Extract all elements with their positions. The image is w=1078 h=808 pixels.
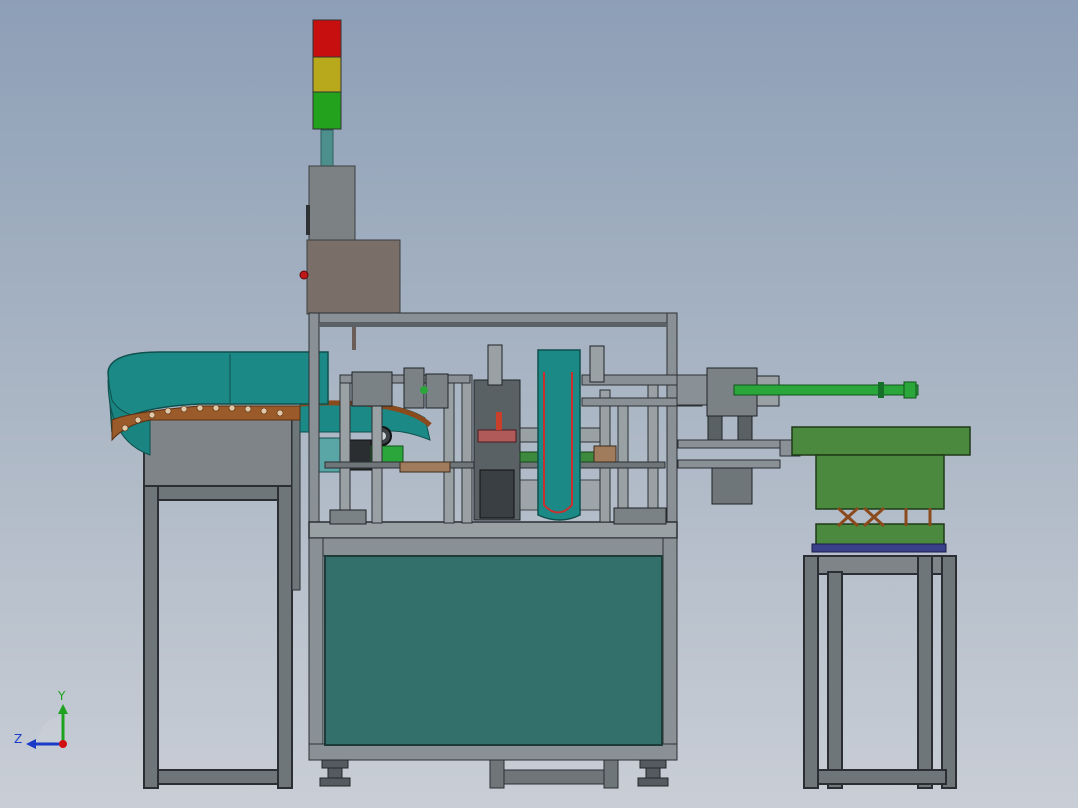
stack-light-red [312,19,342,58]
cabinet-door-panel [324,555,663,746]
right-stand [803,555,957,789]
z-axis-label: Z [14,732,22,746]
control-box-lower [306,239,401,315]
coordinate-triad[interactable]: Y Z [14,689,68,749]
cad-viewport[interactable]: Y Z [0,0,1078,808]
stack-light-yellow [312,56,342,93]
stack-light-pole [320,129,334,167]
stack-light-green [312,91,342,130]
control-box-upper [308,165,356,241]
stack-light-tower [312,19,342,167]
vibratory-bowl-feeder [779,426,971,553]
triad-origin [59,740,67,748]
y-axis-label: Y [57,689,66,703]
emergency-stop-button [299,270,309,280]
machine-assembly-drawing: Y Z [14,19,971,789]
left-stand [143,417,301,789]
green-cylinder-rod [733,384,919,396]
internal-mechanisms [324,344,703,525]
